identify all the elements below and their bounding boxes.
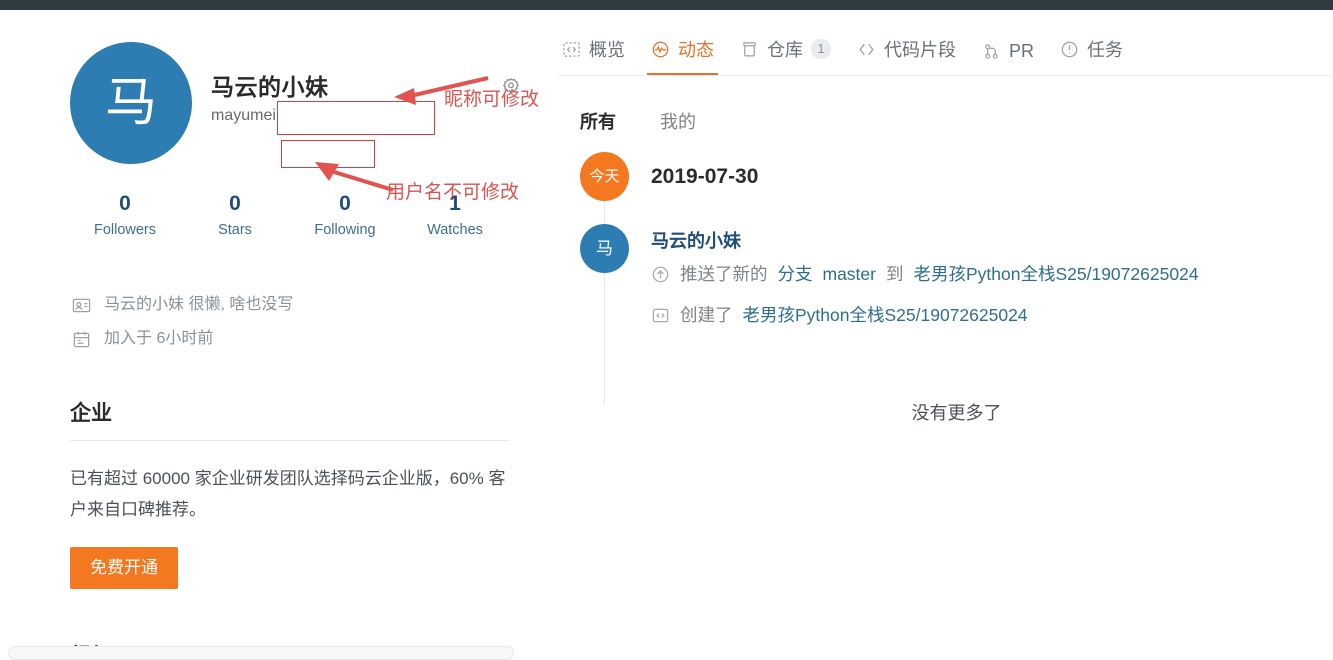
tab-code-snippets[interactable]: 代码片段: [853, 36, 978, 76]
filter-mine[interactable]: 我的: [660, 108, 696, 134]
profile-content: 概览 动态 仓库 1 代码片段 PR 任务: [558, 24, 1333, 76]
enterprise-title: 企业: [70, 402, 112, 425]
id-card-icon: [72, 296, 91, 315]
tab-label: 仓库: [767, 40, 803, 60]
annotation-arrow-nickname: [394, 76, 489, 105]
stat-value: 0: [339, 192, 351, 215]
event-middle: 到: [885, 264, 904, 284]
activity-feed: 今天 2019-07-30 马 马云的小妹 推送了新的 分支 master 到 …: [580, 152, 1333, 403]
tab-repositories[interactable]: 仓库 1: [736, 36, 853, 76]
tab-label: 动态: [678, 40, 714, 60]
feed-event-push: 推送了新的 分支 master 到 老男孩Python全栈S25/1907262…: [651, 254, 1199, 295]
stat-label: Following: [314, 222, 376, 238]
activity-pulse-icon: [651, 40, 670, 59]
horizontal-scrollbar[interactable]: [8, 646, 514, 660]
stat-value: 1: [449, 192, 461, 215]
stat-followers[interactable]: 0 Followers: [70, 190, 180, 238]
tab-label: 概览: [589, 40, 625, 60]
enterprise-activate-button[interactable]: 免费开通: [70, 547, 178, 589]
event-branch-name[interactable]: master: [823, 254, 876, 295]
meta-row-joined: 加入于 6小时前: [72, 322, 512, 356]
avatar[interactable]: 马: [70, 42, 192, 164]
tab-label: 任务: [1087, 40, 1124, 60]
event-repo-link[interactable]: 老男孩Python全栈S25/19072625024: [913, 254, 1198, 295]
joined-text: 加入于 6小时前: [104, 330, 214, 347]
stat-label: Followers: [93, 222, 157, 238]
calendar-icon: [72, 330, 91, 349]
page-root: 马 马云的小妹 mayumei 昵称可修改 用户名不可修改 0 Follower…: [0, 0, 1333, 660]
repository-icon: [740, 40, 759, 59]
divider: [70, 440, 510, 441]
stat-label: Stars: [218, 222, 252, 238]
event-branch-label[interactable]: 分支: [778, 254, 813, 295]
profile-meta: 马云的小妹 很懒, 啥也没写 加入于 6小时前: [72, 288, 512, 356]
filter-all[interactable]: 所有: [580, 108, 616, 134]
tab-badge-count: 1: [811, 39, 831, 59]
feed-activity-body: 马云的小妹 推送了新的 分支 master 到 老男孩Python全栈S25/1…: [651, 224, 1199, 336]
exclamation-circle-icon: [1060, 40, 1079, 59]
stat-label: Watches: [427, 222, 483, 238]
feed-actor-name[interactable]: 马云的小妹: [651, 228, 1199, 254]
feed-end-message: 没有更多了: [911, 403, 1002, 423]
feed-activity-item: 马 马云的小妹 推送了新的 分支 master 到 老男孩Python全栈S25…: [580, 224, 1333, 336]
enterprise-description: 已有超过 60000 家企业研发团队选择码云企业版，60% 客户来自口碑推荐。: [70, 469, 506, 519]
stat-value: 0: [229, 192, 241, 215]
page-body: 马 马云的小妹 mayumei 昵称可修改 用户名不可修改 0 Follower…: [0, 10, 1333, 660]
meta-row-bio: 马云的小妹 很懒, 啥也没写: [72, 288, 512, 322]
code-brackets-icon: [857, 40, 876, 59]
profile-sidebar: 马 马云的小妹 mayumei 昵称可修改 用户名不可修改 0 Follower…: [70, 30, 539, 660]
stat-watches[interactable]: 1 Watches: [400, 190, 510, 238]
page-title: 马云的小妹: [211, 74, 329, 100]
git-pull-request-icon: [982, 42, 1001, 61]
stat-following[interactable]: 0 Following: [290, 190, 400, 238]
profile-header: 马 马云的小妹 mayumei 昵称可修改 用户名不可修改: [70, 30, 539, 203]
feed-date-group: 今天 2019-07-30: [580, 152, 1333, 201]
content-tabs: 概览 动态 仓库 1 代码片段 PR 任务: [558, 24, 1333, 76]
tab-label: PR: [1009, 41, 1035, 61]
tab-pull-requests[interactable]: PR: [978, 41, 1056, 76]
tab-activity[interactable]: 动态: [647, 36, 736, 76]
code-preview-icon: [562, 40, 581, 59]
stat-value: 0: [119, 192, 131, 215]
tab-label: 代码片段: [884, 40, 956, 60]
event-prefix: 推送了新的: [680, 264, 768, 284]
feed-event-create: 创建了 老男孩Python全栈S25/19072625024: [651, 295, 1199, 336]
event-prefix: 创建了: [680, 305, 733, 325]
today-badge: 今天: [580, 152, 629, 201]
feed-filters: 所有 我的: [580, 108, 696, 134]
tab-overview[interactable]: 概览: [558, 36, 647, 76]
bio-text: 马云的小妹 很懒, 啥也没写: [104, 296, 294, 313]
enterprise-panel: 企业 已有超过 60000 家企业研发团队选择码云企业版，60% 客户来自口碑推…: [70, 400, 510, 589]
arrow-up-circle-icon: [651, 265, 670, 284]
tab-tasks[interactable]: 任务: [1056, 36, 1145, 76]
avatar[interactable]: 马: [580, 224, 629, 273]
tabs-divider: [558, 75, 1333, 76]
code-square-icon: [651, 306, 670, 325]
feed-date: 2019-07-30: [651, 165, 759, 188]
top-navigation-bar: [0, 0, 1333, 10]
event-repo-link[interactable]: 老男孩Python全栈S25/19072625024: [743, 295, 1028, 336]
profile-stats: 0 Followers 0 Stars 0 Following 1 Watche…: [70, 190, 510, 238]
stat-stars[interactable]: 0 Stars: [180, 190, 290, 238]
